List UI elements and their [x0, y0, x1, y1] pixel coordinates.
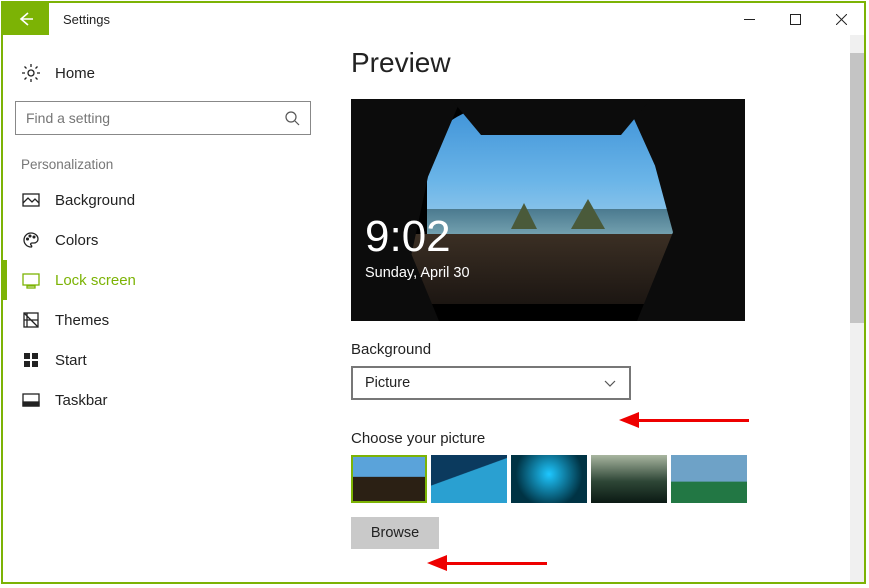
lockscreen-icon	[21, 270, 41, 290]
settings-window: Settings Home Perso	[1, 1, 866, 584]
sidebar-item-lock-screen[interactable]: Lock screen	[3, 260, 323, 300]
taskbar-icon	[21, 390, 41, 410]
background-label: Background	[351, 341, 864, 358]
home-label: Home	[55, 65, 95, 82]
scrollbar[interactable]	[850, 35, 864, 582]
minimize-icon	[744, 14, 755, 25]
picture-thumbnail[interactable]	[591, 455, 667, 503]
sidebar-item-label: Start	[55, 352, 87, 369]
picture-thumbnails	[351, 455, 864, 503]
page-heading: Preview	[351, 47, 864, 79]
titlebar: Settings	[3, 3, 864, 35]
sidebar-item-label: Themes	[55, 312, 109, 329]
minimize-button[interactable]	[726, 3, 772, 35]
sidebar: Home Personalization Background Co	[3, 35, 323, 582]
search-box[interactable]	[15, 101, 311, 135]
search-icon	[284, 110, 300, 126]
picture-thumbnail[interactable]	[671, 455, 747, 503]
sidebar-item-taskbar[interactable]: Taskbar	[3, 380, 323, 420]
palette-icon	[21, 230, 41, 250]
preview-clock: 9:02	[365, 215, 451, 259]
sidebar-item-label: Taskbar	[55, 392, 108, 409]
dropdown-value: Picture	[365, 375, 410, 391]
background-dropdown[interactable]: Picture	[351, 366, 631, 400]
picture-thumbnail[interactable]	[511, 455, 587, 503]
browse-button[interactable]: Browse	[351, 517, 439, 549]
sidebar-item-label: Colors	[55, 232, 98, 249]
sidebar-item-label: Background	[55, 192, 135, 209]
window-title: Settings	[49, 3, 124, 35]
search-input[interactable]	[26, 110, 276, 126]
themes-icon	[21, 310, 41, 330]
sidebar-item-colors[interactable]: Colors	[3, 220, 323, 260]
picture-icon	[21, 190, 41, 210]
annotation-arrow	[619, 415, 749, 425]
scrollbar-thumb[interactable]	[850, 53, 864, 323]
home-button[interactable]: Home	[3, 53, 323, 93]
picture-thumbnail[interactable]	[351, 455, 427, 503]
arrow-left-icon	[17, 10, 35, 28]
body: Home Personalization Background Co	[3, 35, 864, 582]
choose-picture-label: Choose your picture	[351, 430, 864, 447]
maximize-button[interactable]	[772, 3, 818, 35]
sidebar-item-themes[interactable]: Themes	[3, 300, 323, 340]
lock-screen-preview: 9:02 Sunday, April 30	[351, 99, 745, 321]
picture-thumbnail[interactable]	[431, 455, 507, 503]
gear-icon	[21, 63, 41, 83]
chevron-down-icon	[603, 376, 617, 390]
maximize-icon	[790, 14, 801, 25]
close-button[interactable]	[818, 3, 864, 35]
close-icon	[836, 14, 847, 25]
annotation-arrow	[427, 558, 547, 568]
sidebar-item-background[interactable]: Background	[3, 180, 323, 220]
preview-date: Sunday, April 30	[365, 265, 470, 281]
start-icon	[21, 350, 41, 370]
sidebar-item-label: Lock screen	[55, 272, 136, 289]
back-button[interactable]	[3, 3, 49, 35]
group-label: Personalization	[3, 153, 323, 180]
main-content: Preview 9:02 Sunday, April 30 Background…	[323, 35, 864, 582]
sidebar-item-start[interactable]: Start	[3, 340, 323, 380]
